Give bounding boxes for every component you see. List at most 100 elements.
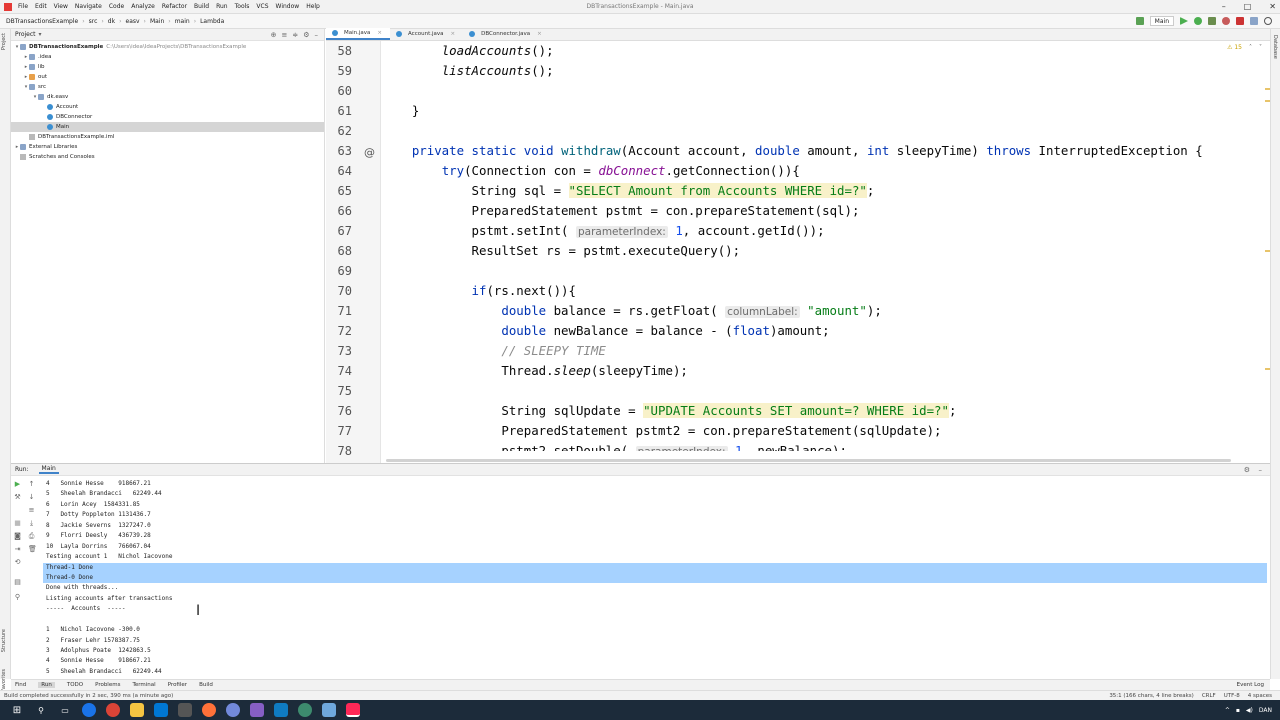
visual-studio-icon[interactable] xyxy=(250,703,264,717)
maximize-icon[interactable]: □ xyxy=(1244,2,1252,11)
network-icon[interactable]: ▪ xyxy=(1236,707,1240,714)
inspection-warning-badge[interactable]: ⚠ 15 xyxy=(1227,44,1242,51)
menu-item-analyze[interactable]: Analyze xyxy=(131,3,155,10)
menu-item-navigate[interactable]: Navigate xyxy=(75,3,102,10)
search-everywhere-icon[interactable] xyxy=(1264,17,1272,25)
tool-tab-terminal[interactable]: Terminal xyxy=(132,682,155,688)
layout-icon[interactable]: ▤ xyxy=(14,579,21,586)
gear-icon[interactable]: ⚙ xyxy=(303,31,309,39)
chevron-down-icon[interactable]: ▾ xyxy=(39,31,42,38)
mail-icon[interactable] xyxy=(154,703,168,717)
chevron-up-icon[interactable]: ^ xyxy=(1225,707,1230,714)
chevron-down-icon[interactable]: ˅ xyxy=(1259,44,1262,51)
breadcrumb-item[interactable]: main xyxy=(175,18,190,25)
print-icon[interactable]: ⎙ xyxy=(28,533,35,540)
close-icon[interactable]: × xyxy=(537,28,542,40)
arrow-up-icon[interactable]: ↑ xyxy=(28,481,35,488)
soft-wrap-icon[interactable]: ≡ xyxy=(28,507,35,514)
profile-icon[interactable] xyxy=(1222,17,1230,25)
store-icon[interactable] xyxy=(178,703,192,717)
minimize-icon[interactable]: – xyxy=(1222,2,1226,11)
status-item[interactable]: 4 spaces xyxy=(1248,693,1272,699)
editor-tab[interactable]: DBConnector.java × xyxy=(463,28,550,40)
trash-icon[interactable]: 🗑 xyxy=(28,546,37,553)
breadcrumb-item[interactable]: dk xyxy=(108,18,115,25)
menu-item-window[interactable]: Window xyxy=(276,3,300,10)
close-icon[interactable]: ✕ xyxy=(1269,2,1276,11)
rerun-icon[interactable]: ▶ xyxy=(14,481,21,488)
tree-item[interactable]: DBTransactionsExample.iml xyxy=(11,132,324,142)
project-structure-icon[interactable] xyxy=(1250,17,1258,25)
tree-item[interactable]: Account xyxy=(11,102,324,112)
wrench-icon[interactable]: ⚒ xyxy=(14,494,21,501)
volume-icon[interactable]: ◀) xyxy=(1246,707,1253,714)
breadcrumb-item[interactable]: src xyxy=(89,18,98,25)
tree-item[interactable]: Scratches and Consoles xyxy=(11,152,324,162)
file-explorer-icon[interactable] xyxy=(130,703,144,717)
collapse-all-icon[interactable]: ≑ xyxy=(292,31,298,39)
windows-start-icon[interactable]: ⊞ xyxy=(10,703,24,717)
tool-tab-run[interactable]: Run xyxy=(38,682,55,688)
tree-item[interactable]: ▾ dk.easv xyxy=(11,92,324,102)
status-item[interactable]: CRLF xyxy=(1202,693,1216,699)
tool-tab-todo[interactable]: TODO xyxy=(67,682,83,688)
editor-tab[interactable]: Account.java × xyxy=(390,28,463,40)
edge-icon[interactable] xyxy=(82,703,96,717)
project-panel-title[interactable]: Project xyxy=(15,31,36,38)
tool-tab-problems[interactable]: Problems xyxy=(95,682,120,688)
code-area[interactable]: loadAccounts(); listAccounts(); } privat… xyxy=(382,41,1270,451)
menu-item-view[interactable]: View xyxy=(54,3,68,10)
menu-item-build[interactable]: Build xyxy=(194,3,209,10)
language-indicator[interactable]: DAN xyxy=(1259,707,1272,714)
tool-tab-profiler[interactable]: Profiler xyxy=(168,682,187,688)
tree-item[interactable]: ▸ .idea xyxy=(11,52,324,62)
search-icon[interactable]: ⚲ xyxy=(34,703,48,717)
status-item[interactable]: 35:1 (166 chars, 4 line breaks) xyxy=(1109,693,1194,699)
scrollbar-thumb[interactable] xyxy=(386,459,1231,462)
tree-item[interactable]: ▾ src xyxy=(11,82,324,92)
locate-icon[interactable]: ⊕ xyxy=(271,31,277,39)
menu-item-tools[interactable]: Tools xyxy=(235,3,250,10)
tree-item[interactable]: ▸ out xyxy=(11,72,324,82)
intellij-icon[interactable] xyxy=(346,703,360,717)
vscode-icon[interactable] xyxy=(274,703,288,717)
breadcrumb-item[interactable]: Main xyxy=(150,18,164,25)
app-icon[interactable] xyxy=(298,703,312,717)
scroll-to-end-icon[interactable]: ⤓ xyxy=(28,520,35,527)
gear-icon[interactable]: ⚙ xyxy=(1244,466,1250,474)
menu-item-help[interactable]: Help xyxy=(306,3,320,10)
tree-item[interactable]: Main xyxy=(11,122,324,132)
menu-item-refactor[interactable]: Refactor xyxy=(162,3,187,10)
breadcrumb-item[interactable]: Lambda xyxy=(200,18,224,25)
tree-item[interactable]: ▸ lib xyxy=(11,62,324,72)
menu-item-run[interactable]: Run xyxy=(216,3,228,10)
menu-item-vcs[interactable]: VCS xyxy=(256,3,268,10)
run-tab-main[interactable]: Main xyxy=(38,465,59,474)
status-item[interactable]: UTF-8 xyxy=(1224,693,1240,699)
run-icon[interactable] xyxy=(1180,17,1188,25)
tree-item[interactable]: ▸ External Libraries xyxy=(11,142,324,152)
close-icon[interactable]: × xyxy=(451,28,456,40)
database-tool-button[interactable]: Database xyxy=(1272,35,1278,59)
exit-icon[interactable]: ⇥ xyxy=(14,546,21,553)
breadcrumb-item[interactable]: DBTransactionsExample xyxy=(6,18,78,25)
hide-icon[interactable]: – xyxy=(1259,466,1263,474)
tool-tab-build[interactable]: Build xyxy=(199,682,213,688)
camera-icon[interactable]: ◙ xyxy=(14,533,21,540)
run-config-select[interactable]: Main xyxy=(1149,16,1174,26)
breadcrumb-item[interactable]: easv xyxy=(126,18,140,25)
build-hammer-icon[interactable] xyxy=(1135,17,1144,25)
pin-icon[interactable]: ⚲ xyxy=(14,594,21,601)
menu-item-file[interactable]: File xyxy=(18,3,28,10)
hide-icon[interactable]: – xyxy=(315,31,319,39)
editor-tab[interactable]: Main.java × xyxy=(326,28,391,40)
stop-icon[interactable] xyxy=(1236,17,1244,25)
coverage-icon[interactable] xyxy=(1208,17,1216,25)
console-output[interactable]: 4 Sonnie Hesse 918667.21 5 Sheelah Branda… xyxy=(43,479,1267,676)
structure-tool-button[interactable]: Structure xyxy=(1,629,7,652)
task-view-icon[interactable]: ▭ xyxy=(58,703,72,717)
debug-icon[interactable] xyxy=(1194,17,1202,25)
discord-icon[interactable] xyxy=(226,703,240,717)
project-tool-button[interactable]: Project xyxy=(1,33,7,50)
tool-tab-find[interactable]: Find xyxy=(15,682,26,688)
